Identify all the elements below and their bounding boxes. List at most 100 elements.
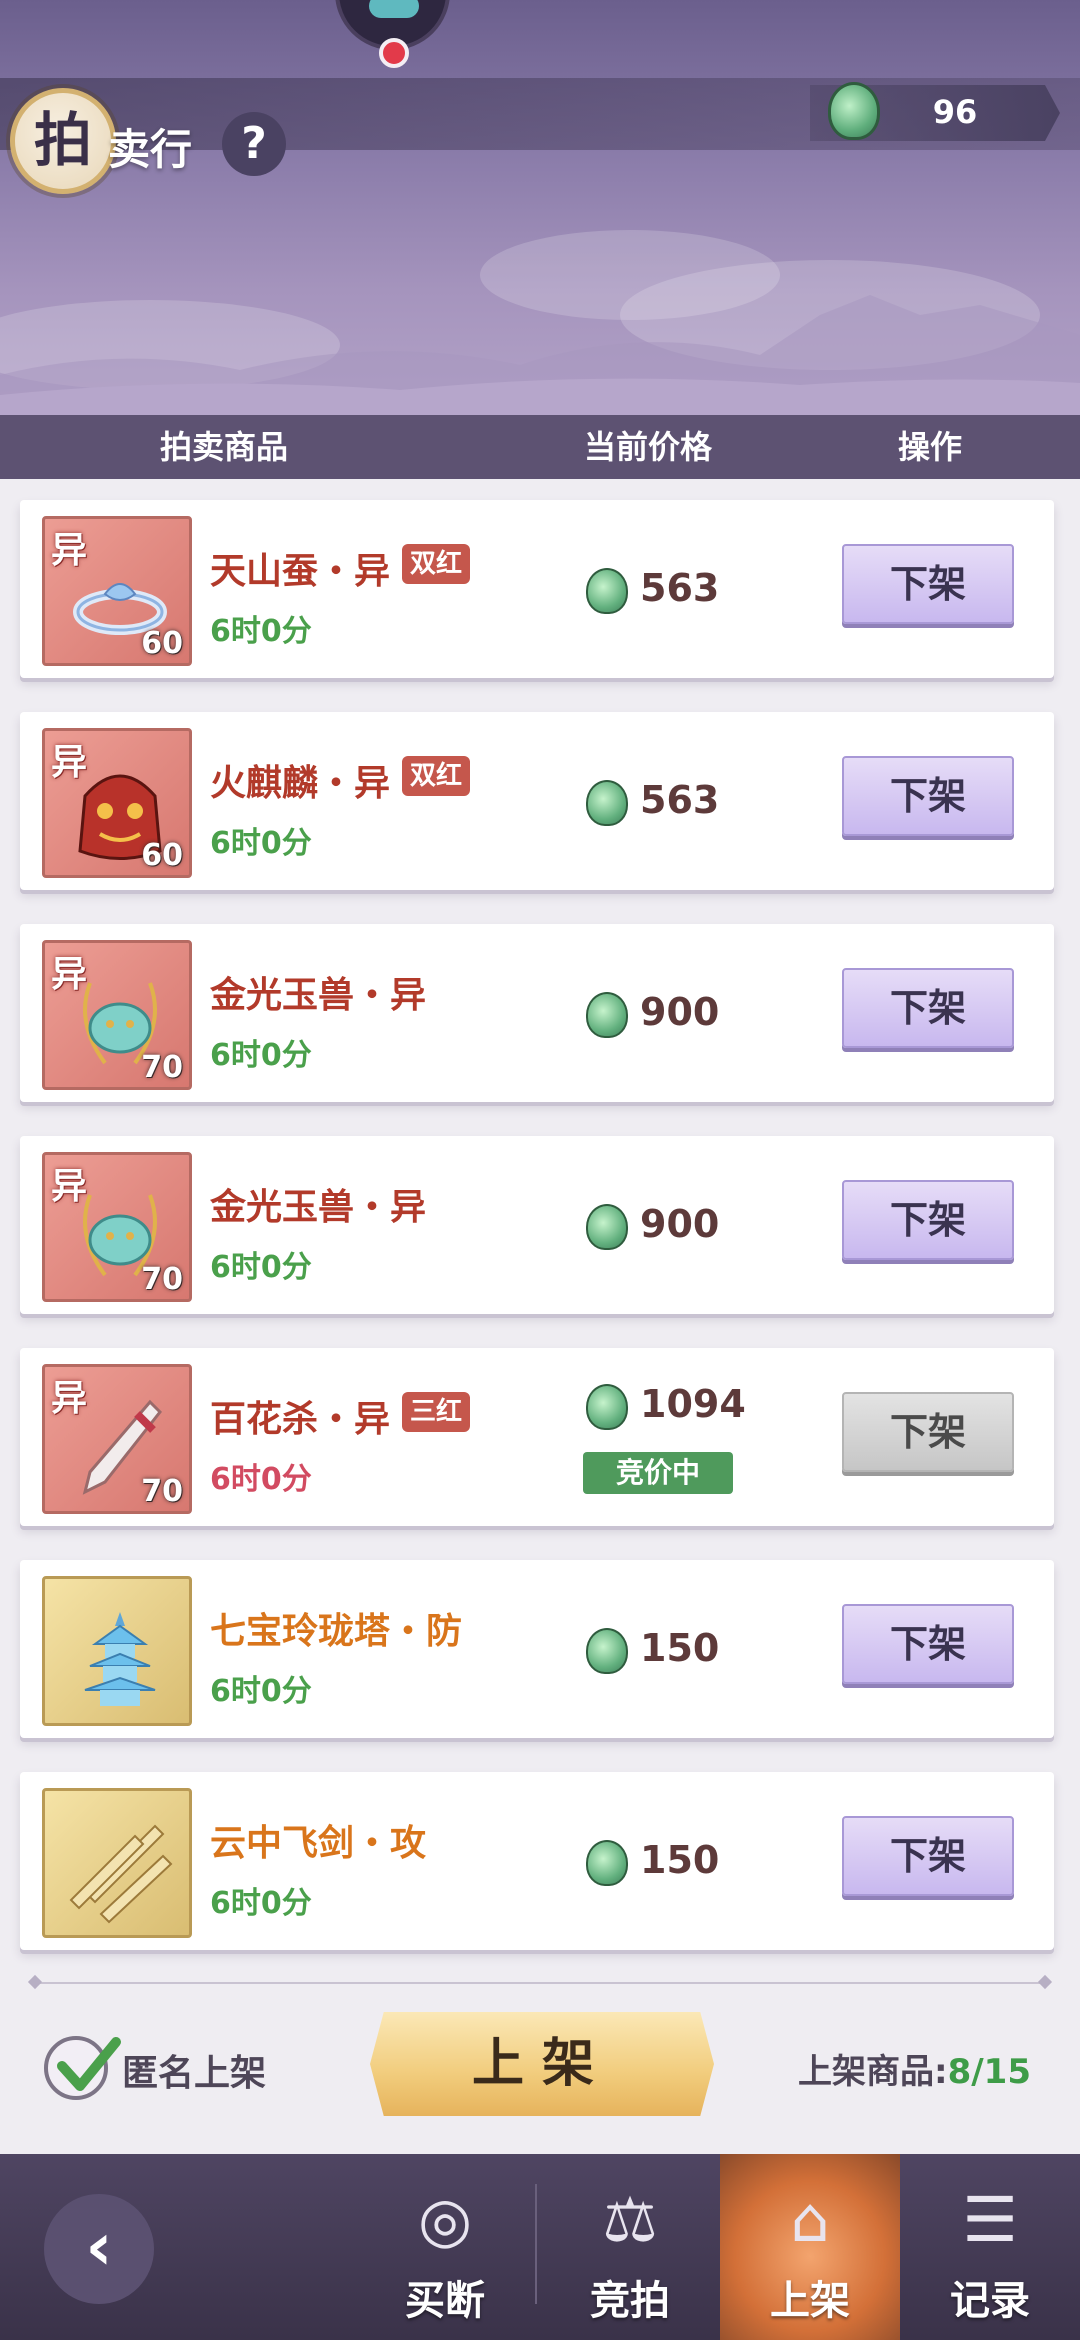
tab-label: 上架 <box>770 2278 850 2324</box>
column-header: 拍卖商品 当前价格 操作 <box>0 415 1080 479</box>
item-icon[interactable]: 异 60 <box>42 516 192 666</box>
item-price: 900 <box>640 1202 720 1246</box>
item-icon[interactable] <box>42 1576 192 1726</box>
item-name: 金光玉兽・异 <box>210 1187 427 1228</box>
flying-swords-icon <box>69 1824 173 1924</box>
delist-button[interactable]: 下架 <box>842 968 1014 1048</box>
item-level: 60 <box>141 838 183 873</box>
item-icon[interactable]: 异 60 <box>42 728 192 878</box>
item-price: 150 <box>640 1838 720 1882</box>
time-remaining: 6时0分 <box>210 614 312 649</box>
tab-listing[interactable]: ⌂ 上架 <box>720 2154 900 2340</box>
item-level: 70 <box>141 1050 183 1085</box>
notification-dot <box>379 38 409 68</box>
quality-badge: 三红 <box>402 1392 471 1432</box>
quality-badge: 双红 <box>402 756 471 796</box>
scale-icon: ⚖ <box>602 2183 658 2256</box>
pet-icon <box>369 0 419 18</box>
item-name: 天山蚕・异 <box>210 551 391 592</box>
pagoda-icon <box>84 1612 156 1706</box>
item-name: 七宝玲珑塔・防 <box>210 1611 463 1652</box>
list-item: 异 70 金光玉兽・异 6时0分 900 下架 <box>20 1136 1054 1314</box>
time-remaining: 6时0分 <box>210 1250 312 1285</box>
list-item: 异 60 天山蚕・异 双红 6时0分 563 下架 <box>20 500 1054 678</box>
header-banner: 96 拍 卖行 ? <box>0 0 1080 415</box>
tab-records[interactable]: ☰ 记录 <box>900 2154 1080 2340</box>
list-item: 异 70 金光玉兽・异 6时0分 900 下架 <box>20 924 1054 1102</box>
item-name: 火麒麟・异 <box>210 763 391 804</box>
delist-button[interactable]: 下架 <box>842 1392 1014 1472</box>
item-icon[interactable]: 异 70 <box>42 1364 192 1514</box>
tab-buyout[interactable]: ◎ 买断 <box>355 2154 535 2340</box>
item-price: 563 <box>640 778 720 822</box>
item-level: 70 <box>141 1474 183 1509</box>
listing-count-value: 8/15 <box>947 2052 1031 2092</box>
item-price: 150 <box>640 1626 720 1670</box>
time-remaining: 6时0分 <box>210 1462 312 1497</box>
anonymous-checkbox[interactable] <box>44 2036 121 2100</box>
time-remaining: 6时0分 <box>210 1886 312 1921</box>
column-action: 操作 <box>898 428 963 466</box>
jade-currency-icon <box>586 1628 628 1674</box>
currency-value: 96 <box>932 93 978 131</box>
anonymous-label: 匿名上架 <box>122 2053 267 2094</box>
item-level: 60 <box>141 626 183 661</box>
item-name: 云中飞剑・攻 <box>210 1823 427 1864</box>
checkmark-icon <box>57 2037 121 2091</box>
tab-bidding[interactable]: ⚖ 竞拍 <box>540 2154 720 2340</box>
quality-badge: 双红 <box>402 544 471 584</box>
item-icon[interactable] <box>42 1788 192 1938</box>
help-button[interactable]: ? <box>222 112 286 176</box>
time-remaining: 6时0分 <box>210 1674 312 1709</box>
buyout-icon: ◎ <box>417 2183 473 2256</box>
rarity-tag: 异 <box>51 1378 88 1419</box>
divider <box>30 1982 1050 1984</box>
jade-currency-icon <box>828 82 880 140</box>
list-item-button[interactable]: 上架 <box>370 2012 714 2116</box>
jade-currency-icon <box>586 1204 628 1250</box>
listing-count-label: 上架商品: <box>798 2052 948 2092</box>
item-name: 金光玉兽・异 <box>210 975 427 1016</box>
item-price: 1094 <box>640 1382 746 1426</box>
delist-button[interactable]: 下架 <box>842 544 1014 624</box>
jade-currency-icon <box>586 992 628 1038</box>
record-icon: ☰ <box>962 2183 1018 2256</box>
shop-icon: ⌂ <box>790 2183 830 2256</box>
mountain-silhouette <box>0 295 1080 415</box>
item-level: 70 <box>141 1262 183 1297</box>
item-price: 563 <box>640 566 720 610</box>
delist-button[interactable]: 下架 <box>842 1604 1014 1684</box>
list-item: 云中飞剑・攻 6时0分 150 下架 <box>20 1772 1054 1950</box>
bidding-status-badge: 竞价中 <box>583 1452 733 1494</box>
page-title: 卖行 <box>108 125 193 174</box>
tab-label: 买断 <box>405 2278 485 2324</box>
back-arrow-icon[interactable]: ‹ <box>44 2194 154 2304</box>
jade-currency-icon <box>586 1384 628 1430</box>
bottom-nav: ‹ ◎ 买断 ⚖ 竞拍 ⌂ 上架 ☰ 记录 <box>0 2154 1080 2340</box>
pet-orb[interactable] <box>335 0 450 68</box>
rarity-tag: 异 <box>51 954 88 995</box>
item-icon[interactable]: 异 70 <box>42 1152 192 1302</box>
rarity-tag: 异 <box>51 530 88 571</box>
time-remaining: 6时0分 <box>210 1038 312 1073</box>
rarity-tag: 异 <box>51 1166 88 1207</box>
delist-button[interactable]: 下架 <box>842 1816 1014 1896</box>
jade-currency-icon <box>586 568 628 614</box>
time-remaining: 6时0分 <box>210 826 312 861</box>
tab-label: 竞拍 <box>590 2278 670 2324</box>
item-name: 百花杀・异 <box>210 1399 391 1440</box>
listing-count: 上架商品:8/15 <box>798 2044 1031 2093</box>
item-icon[interactable]: 异 70 <box>42 940 192 1090</box>
list-item: 七宝玲珑塔・防 6时0分 150 下架 <box>20 1560 1054 1738</box>
title-badge: 拍 <box>10 88 116 194</box>
nav-separator <box>535 2184 537 2304</box>
item-price: 900 <box>640 990 720 1034</box>
column-price: 当前价格 <box>584 428 713 466</box>
list-item: 异 70 百花杀・异 三红 6时0分 1094 竞价中 下架 <box>20 1348 1054 1526</box>
delist-button[interactable]: 下架 <box>842 1180 1014 1260</box>
jade-currency-icon <box>586 780 628 826</box>
list-item: 异 60 火麒麟・异 双红 6时0分 563 下架 <box>20 712 1054 890</box>
column-item: 拍卖商品 <box>160 428 289 466</box>
delist-button[interactable]: 下架 <box>842 756 1014 836</box>
jade-currency-icon <box>586 1840 628 1886</box>
